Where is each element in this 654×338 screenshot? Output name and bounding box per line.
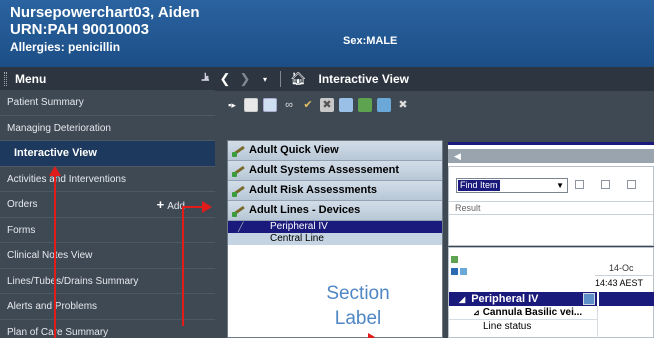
band-adult-quick-view[interactable]: Adult Quick View [228, 141, 442, 161]
grid-group-label: Cannula Basilic vei... [482, 307, 583, 318]
annotation-arrowhead-menu [49, 166, 61, 176]
unchart-icon[interactable]: ✖ [320, 98, 334, 112]
patient-urn: URN:PAH 90010003 [10, 21, 149, 38]
trend-chart-icon[interactable] [377, 98, 391, 112]
patient-sex: Sex:MALE [343, 35, 398, 47]
menu-item-activities[interactable]: Activities and Interventions [0, 167, 215, 192]
insert-row-icon[interactable]: ▪▸ [225, 98, 239, 112]
scroll-left-icon[interactable]: ◀ [454, 149, 461, 163]
header-divider [595, 275, 654, 276]
home-icon[interactable]: 🏠︎ [290, 71, 307, 87]
back-arrow-icon[interactable]: ❮ [215, 71, 235, 87]
toolbar: ▪▸ ∞ ✔ ✖ ✖ [215, 91, 654, 119]
glasses-icon[interactable]: ∞ [282, 98, 296, 112]
horizontal-scrollbar[interactable]: ◀ [448, 149, 654, 163]
band-label: Adult Lines - Devices [249, 204, 361, 216]
patient-allergies: Allergies: penicillin [10, 40, 121, 54]
history-dropdown-icon[interactable]: ▾ [255, 75, 275, 84]
table-icon[interactable] [244, 98, 258, 112]
menu-item-label: Patient Summary [7, 97, 84, 108]
flowsheet-grid: 14-Oc 14:43 AEST ◢ Peripheral IV ⊿ Cannul… [448, 247, 654, 338]
checkbox[interactable] [627, 180, 636, 189]
column-time[interactable]: 14:43 AEST [595, 278, 643, 288]
menu-item-label: Plan of Care Summary [7, 326, 109, 338]
grid-toolbar-icons [451, 254, 471, 280]
menu-item-label: Lines/Tubes/Drains Summary [7, 275, 139, 287]
grid-group-cannula[interactable]: ⊿ Cannula Basilic vei... [449, 306, 597, 320]
close-icon[interactable]: ✖ [396, 98, 410, 112]
section-central-line[interactable]: Central Line [228, 233, 442, 245]
nav-bar: ❮ ❯ ▾ 🏠︎ Interactive View [215, 67, 654, 91]
menu-item-label: Clinical Notes View [7, 250, 93, 261]
menu-item-label: Orders [7, 199, 38, 210]
band-pencil-icon [232, 164, 245, 177]
column-divider [597, 306, 598, 338]
band-navigator: Adult Quick View Adult Systems Assesseme… [227, 140, 443, 338]
section-label-text: Central Line [270, 233, 324, 244]
menu-item-label: Alerts and Problems [7, 301, 98, 312]
bar-chart-icon[interactable] [358, 98, 372, 112]
find-item-select[interactable]: Find Item ▼ [456, 178, 568, 193]
grid-section-cell [597, 292, 654, 306]
band-adult-systems-assessment[interactable]: Adult Systems Assessement [228, 161, 442, 181]
menu-title: Menu [15, 71, 47, 86]
pencil-icon: ╱ [238, 222, 244, 232]
section-label-text: Peripheral IV [270, 221, 328, 232]
band-label: Adult Systems Assessement [249, 164, 399, 176]
flowsheet-header: ◀ [448, 142, 654, 166]
menu-item-patient-summary[interactable]: Patient Summary [0, 90, 215, 116]
page-title: Interactive View [318, 72, 410, 86]
grid-section-label: Peripheral IV [471, 293, 539, 305]
patient-name[interactable]: Nursepowerchart03, Aiden [10, 4, 200, 21]
section-peripheral-iv[interactable]: ╱ Peripheral IV [228, 221, 442, 233]
forward-arrow-icon[interactable]: ❯ [235, 71, 255, 87]
trend-icon[interactable] [460, 268, 467, 275]
pin-icon[interactable]: ⫡ [202, 71, 209, 84]
annotation-line1: Section [326, 283, 390, 304]
bar-chart-icon[interactable] [451, 256, 458, 263]
annotation-arrowhead-label [368, 333, 375, 338]
status-icon[interactable] [451, 268, 458, 275]
band-adult-risk-assessments[interactable]: Adult Risk Assessments [228, 181, 442, 201]
expand-triangle-icon[interactable]: ⊿ [473, 308, 480, 317]
annotation-arrow-band-vertical [182, 207, 184, 326]
result-column-header: Result [449, 201, 653, 215]
band-adult-lines-devices[interactable]: Adult Lines - Devices [228, 201, 442, 221]
band-label: Adult Quick View [249, 144, 339, 156]
section-label-annotation: Section Label [298, 281, 418, 331]
band-label: Adult Risk Assessments [249, 184, 377, 196]
band-pencil-icon [232, 184, 245, 197]
menu-header: Menu ⫡ [0, 67, 215, 90]
grid-add-icon[interactable] [263, 98, 277, 112]
menu-item-interactive-view[interactable]: Interactive View [0, 141, 215, 167]
find-panel: Find Item ▼ Result [448, 166, 654, 246]
menu-item-managing-deterioration[interactable]: Managing Deterioration [0, 116, 215, 141]
band-pencil-icon [232, 204, 245, 217]
patient-banner: Nursepowerchart03, Aiden URN:PAH 9001000… [0, 0, 654, 67]
annotation-arrow-menu [54, 176, 56, 338]
menu-item-label: Forms [7, 224, 36, 236]
dropdown-arrow-icon[interactable]: ▼ [556, 179, 564, 192]
orders-add-button[interactable]: + Add [157, 192, 185, 219]
clipboard-icon[interactable] [339, 98, 353, 112]
annotation-arrow-band-horizontal [182, 206, 204, 208]
menu-item-label: Managing Deterioration [7, 122, 111, 134]
annotation-arrowhead-band [202, 201, 212, 213]
collapse-triangle-icon[interactable]: ◢ [459, 295, 465, 304]
plus-icon: + [156, 197, 165, 212]
checkmark-icon[interactable]: ✔ [301, 98, 315, 112]
menu-item-label: Interactive View [14, 147, 97, 159]
find-item-value: Find Item [458, 180, 500, 191]
grid-row-line-status[interactable]: Line status [449, 320, 597, 334]
band-pencil-icon [232, 144, 245, 157]
dynamic-group-icon[interactable] [583, 293, 595, 305]
annotation-line2: Label [334, 308, 382, 329]
checkbox[interactable] [575, 180, 584, 189]
checkbox[interactable] [601, 180, 610, 189]
divider [280, 71, 281, 87]
grid-section-peripheral-iv[interactable]: ◢ Peripheral IV [449, 292, 597, 306]
column-date: 14-Oc [609, 263, 634, 273]
grip-icon[interactable] [4, 71, 7, 86]
menu-item-label: Activities and Interventions [7, 173, 126, 185]
